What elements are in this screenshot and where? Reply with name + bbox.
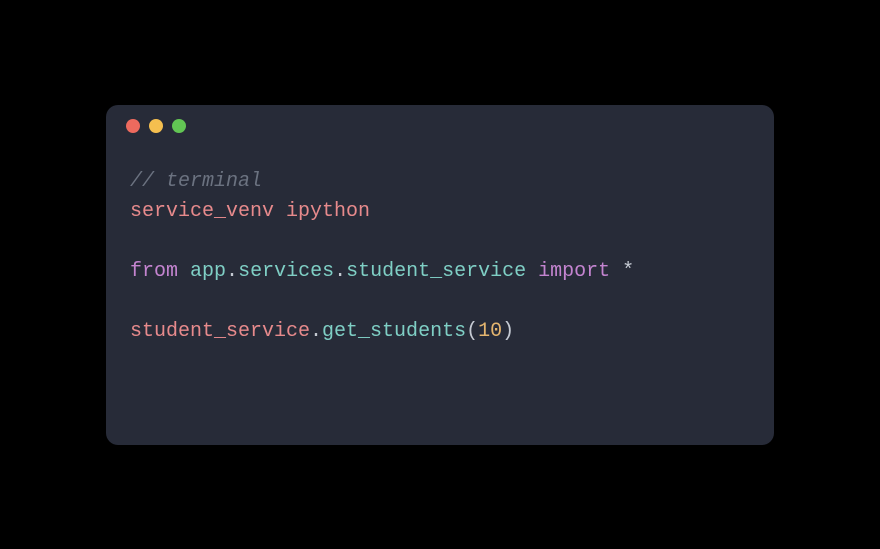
comment-slashes: // (130, 170, 166, 193)
module-app: app (190, 260, 226, 283)
code-line-blank-1 (130, 227, 750, 257)
title-bar (106, 105, 774, 147)
module-student-service: student_service (346, 260, 526, 283)
comment-text: terminal (166, 170, 262, 193)
code-line-1: service_venv ipython (130, 197, 750, 227)
code-line-comment: // terminal (130, 167, 750, 197)
module-services: services (238, 260, 334, 283)
terminal-window: // terminal service_venv ipython from ap… (106, 105, 774, 445)
terminal-content[interactable]: // terminal service_venv ipython from ap… (106, 147, 774, 367)
code-line-3: student_service.get_students(10) (130, 317, 750, 347)
code-line-2: from app.services.student_service import… (130, 257, 750, 287)
minimize-button[interactable] (149, 119, 163, 133)
keyword-from: from (130, 260, 178, 283)
code-line-blank-2 (130, 287, 750, 317)
import-star: * (622, 260, 634, 283)
method-name: get_students (322, 320, 466, 343)
arg-number: 10 (478, 320, 502, 343)
close-button[interactable] (126, 119, 140, 133)
command-arg: ipython (286, 200, 370, 223)
object-name: student_service (130, 320, 310, 343)
maximize-button[interactable] (172, 119, 186, 133)
keyword-import: import (538, 260, 610, 283)
command-name: service_venv (130, 200, 274, 223)
